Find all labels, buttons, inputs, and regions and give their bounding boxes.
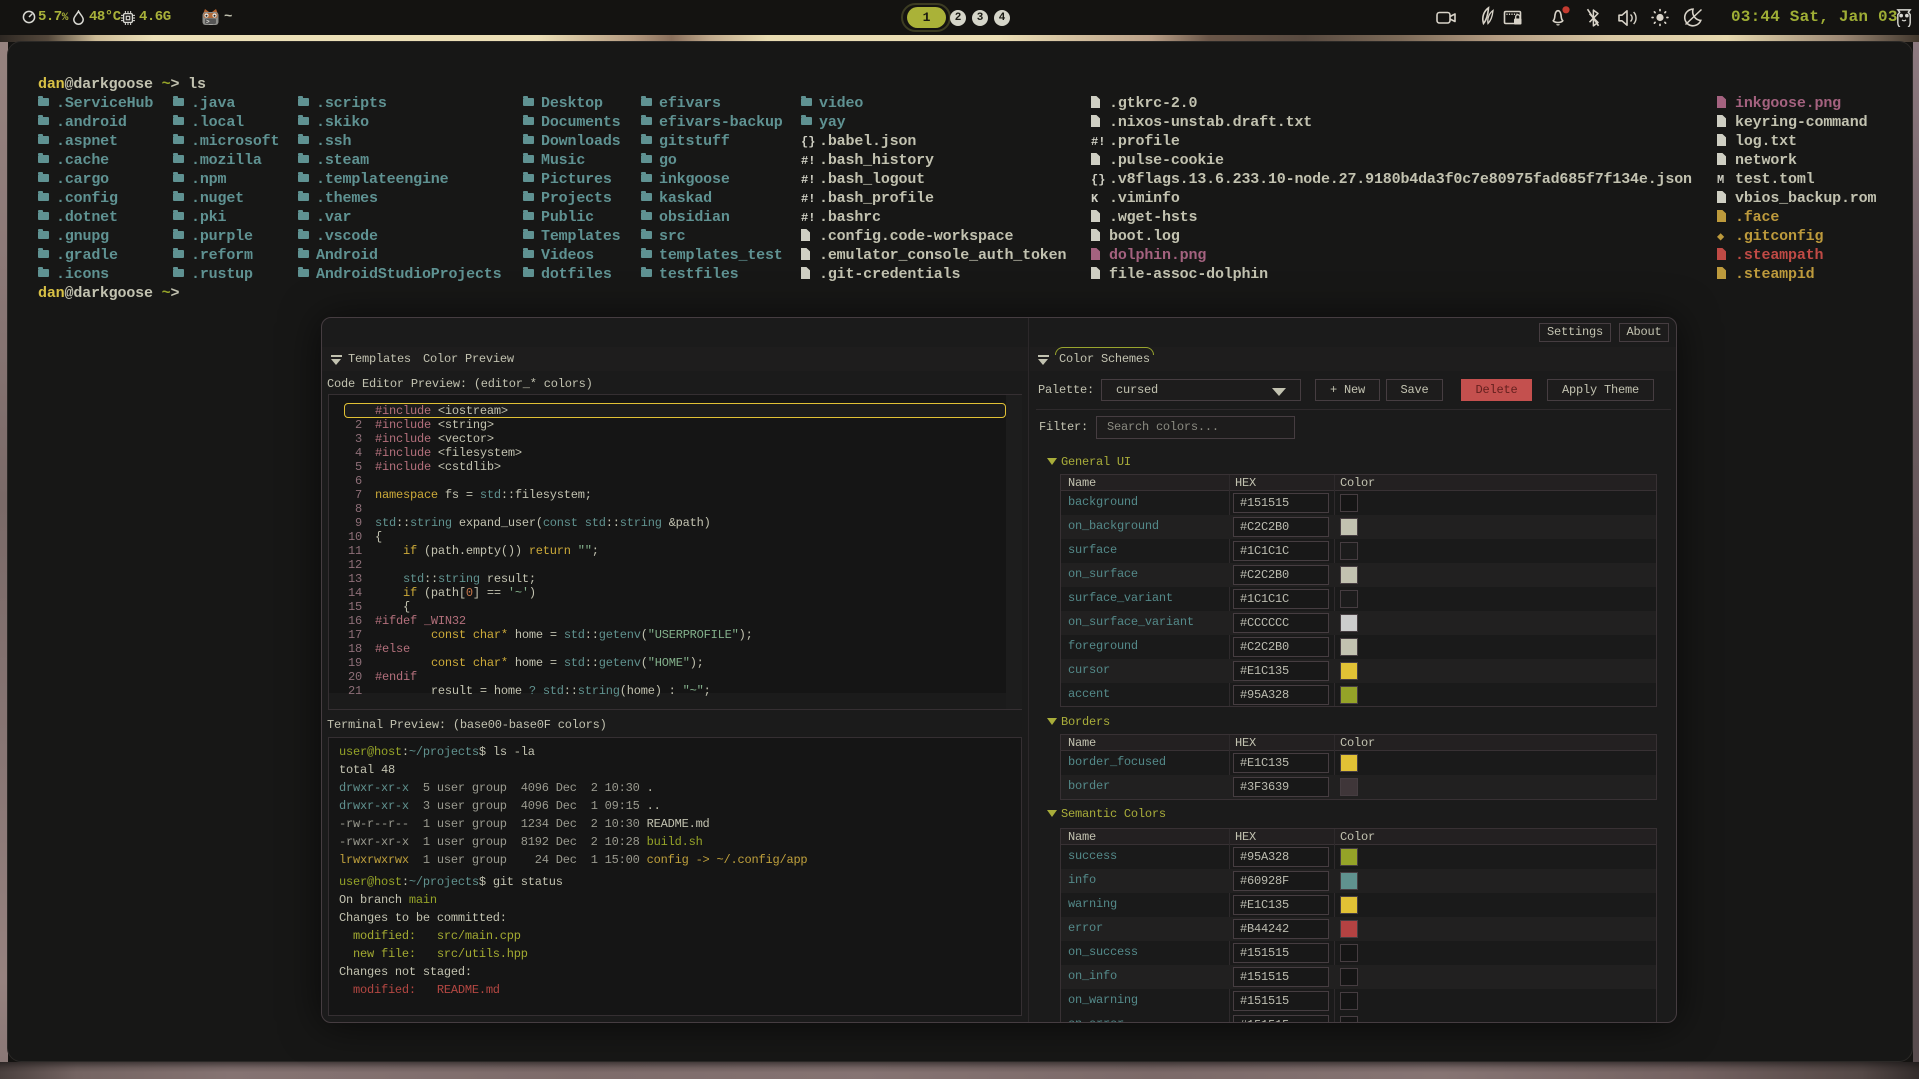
- svg-text:>_: >_: [206, 18, 213, 25]
